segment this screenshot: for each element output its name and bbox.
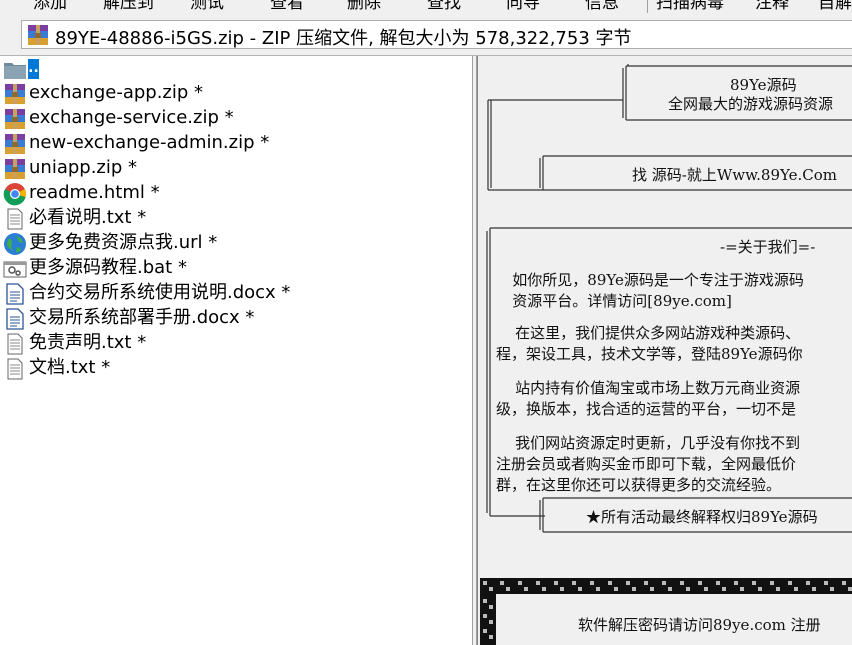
file-row[interactable]: 合约交易所系统使用说明.docx *	[0, 281, 472, 306]
file-row[interactable]: readme.html *	[0, 181, 472, 206]
file-name: exchange-service.zip *	[29, 107, 234, 128]
toolbar-separator	[647, 0, 648, 13]
archive-comment-pane: 89Ye源码 全网最大的游戏源码资源 找 源码-就上Www.89Ye.Com -…	[477, 56, 852, 645]
file-name: uniapp.zip *	[29, 157, 138, 178]
zip-archive-icon	[3, 107, 27, 131]
address-field[interactable]: 89YE-48886-i5GS.zip - ZIP 压缩文件, 解包大小为 57…	[21, 20, 852, 49]
toolbar-delete-button[interactable]: 删除	[347, 0, 381, 13]
toolbar-extract-button[interactable]: 解压到	[103, 0, 154, 13]
file-row[interactable]: uniapp.zip *	[0, 156, 472, 181]
file-name: 免责声明.txt *	[29, 332, 147, 353]
word-doc-icon	[3, 307, 27, 331]
winrar-archive-icon	[26, 24, 50, 50]
comment-header-subtitle: 全网最大的游戏源码资源	[668, 95, 834, 113]
toolbar-wizard-button[interactable]: 向导	[506, 0, 540, 13]
folder-up-icon	[3, 57, 27, 81]
file-name: readme.html *	[29, 182, 160, 203]
address-text: 89YE-48886-i5GS.zip - ZIP 压缩文件, 解包大小为 57…	[55, 28, 632, 49]
zip-archive-icon	[3, 157, 27, 181]
word-doc-icon	[3, 282, 27, 306]
toolbar-comment-button[interactable]: 注释	[755, 0, 789, 13]
toolbar: 添加 解压到 测试 查看 删除 查找 向导 信息 扫描病毒 注释 自解	[0, 0, 852, 14]
file-name: 更多免费资源点我.url *	[29, 232, 218, 253]
toolbar-find-button[interactable]: 查找	[427, 0, 461, 13]
comment-paragraph-3: 站内持有价值淘宝或市场上数万元商业资源 级，换版本，找合适的运营的平台，一切不是	[496, 379, 801, 418]
text-file-icon	[3, 332, 27, 356]
file-row[interactable]: 文档.txt *	[0, 356, 472, 381]
file-row[interactable]: 更多免费资源点我.url *	[0, 231, 472, 256]
file-name: new-exchange-admin.zip *	[29, 132, 270, 153]
file-name: 交易所系统部署手册.docx *	[29, 307, 255, 328]
file-name: 合约交易所系统使用说明.docx *	[29, 282, 291, 303]
toolbar-info-button[interactable]: 信息	[585, 0, 619, 13]
address-bar: 89YE-48886-i5GS.zip - ZIP 压缩文件, 解包大小为 57…	[0, 14, 852, 56]
comment-about-title: -=关于我们=-	[720, 238, 816, 256]
parent-folder-label: ..	[28, 59, 39, 79]
toolbar-sfx-button[interactable]: 自解	[818, 0, 852, 13]
comment-header-title: 89Ye源码	[730, 76, 797, 94]
file-row[interactable]: 必看说明.txt *	[0, 206, 472, 231]
comment-find-line: 找 源码-就上Www.89Ye.Com	[632, 166, 837, 184]
comment-final-line: ★所有活动最终解释权归89Ye源码	[586, 508, 818, 526]
text-file-icon	[3, 357, 27, 381]
file-row[interactable]: 更多源码教程.bat *	[0, 256, 472, 281]
file-row[interactable]: exchange-app.zip *	[0, 81, 472, 106]
globe-icon	[3, 232, 27, 256]
batch-file-icon	[3, 257, 27, 281]
file-list: .. exchange-app.zip * exchange-service.z…	[0, 56, 472, 645]
toolbar-view-button[interactable]: 查看	[270, 0, 304, 13]
file-row[interactable]: 免责声明.txt *	[0, 331, 472, 356]
toolbar-add-button[interactable]: 添加	[33, 0, 67, 13]
toolbar-virus-scan-button[interactable]: 扫描病毒	[656, 0, 724, 13]
comment-paragraph-4: 我们网站资源定时更新，几乎没有你找不到 注册会员或者购买金币即可下载，全网最低价…	[496, 434, 801, 494]
comment-bottom-line: 软件解压密码请访问89ye.com 注册	[578, 616, 821, 634]
chrome-icon	[3, 182, 27, 206]
file-row[interactable]: exchange-service.zip *	[0, 106, 472, 131]
file-row-parent[interactable]: ..	[0, 56, 472, 81]
zip-archive-icon	[3, 132, 27, 156]
text-file-icon	[3, 207, 27, 231]
toolbar-test-button[interactable]: 测试	[190, 0, 224, 13]
comment-paragraph-2: 在这里，我们提供众多网站游戏种类源码、 程，架设工具，技术文学等，登陆89Ye源…	[496, 324, 803, 363]
zip-archive-icon	[3, 82, 27, 106]
file-row[interactable]: 交易所系统部署手册.docx *	[0, 306, 472, 331]
file-name: 文档.txt *	[29, 357, 111, 378]
comment-paragraph-1: 如你所见，89Ye源码是一个专注于游戏源码 资源平台。详情访问[89ye.com…	[512, 271, 804, 310]
file-name: 更多源码教程.bat *	[29, 257, 187, 278]
file-name: 必看说明.txt *	[29, 207, 147, 228]
file-row[interactable]: new-exchange-admin.zip *	[0, 131, 472, 156]
file-name: exchange-app.zip *	[29, 82, 204, 103]
